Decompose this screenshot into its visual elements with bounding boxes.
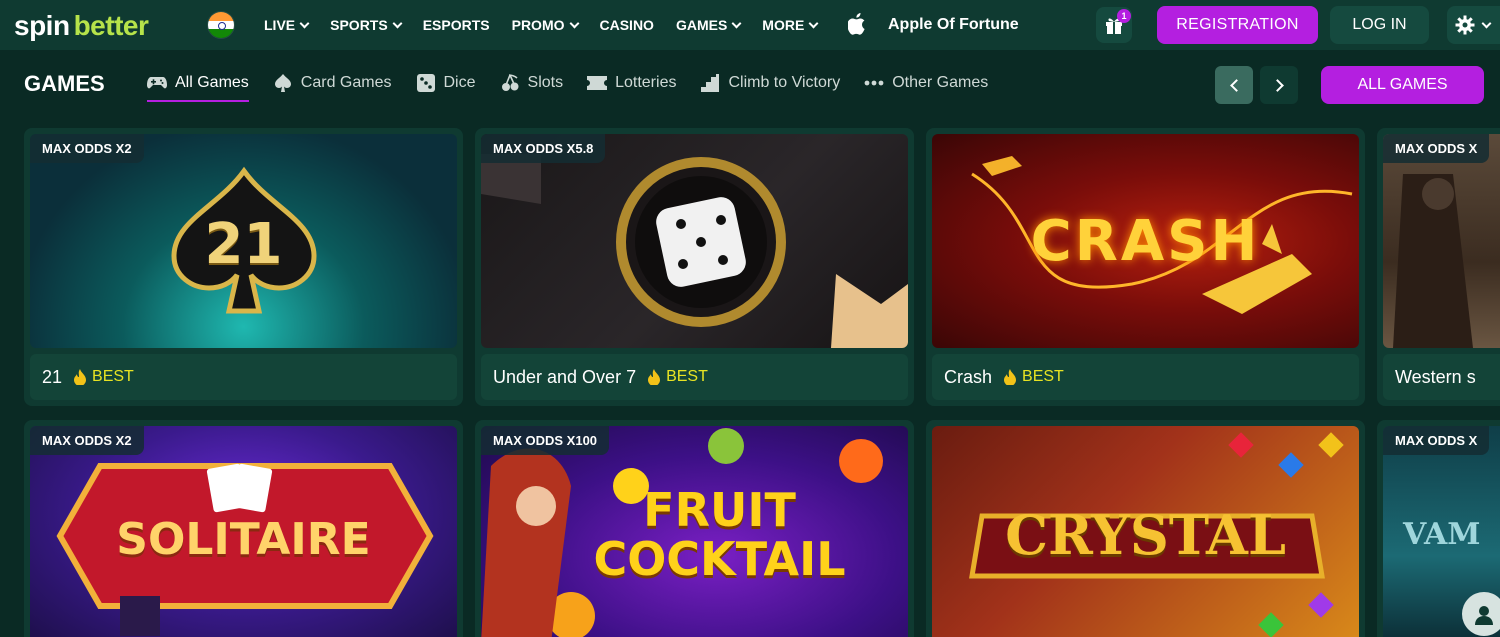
game-thumbnail[interactable]: CRASH bbox=[932, 134, 1359, 348]
game-info: 21 BEST bbox=[30, 354, 457, 400]
chevron-right-icon bbox=[1270, 78, 1284, 92]
chevron-down-icon bbox=[731, 18, 742, 28]
nav-games[interactable]: GAMES bbox=[676, 17, 742, 33]
logo-spin-text: spin bbox=[14, 10, 70, 41]
game-info: Under and Over 7 BEST bbox=[481, 354, 908, 400]
tab-lotteries[interactable]: Lotteries bbox=[587, 74, 676, 92]
login-button[interactable]: LOG IN bbox=[1330, 6, 1429, 44]
fire-icon bbox=[648, 369, 661, 385]
game-art-21: 21 bbox=[30, 134, 457, 348]
game-name: 21 bbox=[42, 366, 63, 387]
game-card-western[interactable]: MAX ODDS X Western s bbox=[1377, 128, 1500, 406]
dots-icon bbox=[864, 74, 884, 92]
max-odds-badge: MAX ODDS X bbox=[1383, 426, 1490, 455]
game-card-fruit-cocktail[interactable]: FRUIT COCKTAIL MAX ODDS X100 bbox=[475, 420, 914, 637]
game-info: Crash BEST bbox=[932, 354, 1359, 400]
stairs-icon bbox=[700, 74, 720, 92]
all-games-button[interactable]: ALL GAMES bbox=[1321, 66, 1484, 104]
logo-better-text: better bbox=[73, 10, 149, 41]
spade-icon bbox=[273, 74, 293, 92]
nav-esports[interactable]: ESPORTS bbox=[423, 17, 490, 33]
best-badge: BEST bbox=[1004, 368, 1064, 386]
game-thumbnail[interactable]: MAX ODDS X bbox=[1383, 134, 1500, 348]
tab-other-games[interactable]: Other Games bbox=[864, 74, 988, 92]
nav-more[interactable]: MORE bbox=[762, 17, 819, 33]
games-grid: 21 MAX ODDS X2 21 BEST MAX ODDS X5.8 Und… bbox=[24, 128, 1500, 637]
nav-live[interactable]: LIVE bbox=[264, 17, 310, 33]
site-logo[interactable]: spin better bbox=[14, 10, 149, 42]
game-name: Under and Over 7 bbox=[493, 366, 637, 387]
chevron-down-icon bbox=[299, 18, 310, 28]
tab-dice[interactable]: Dice bbox=[416, 74, 476, 92]
nav-sports[interactable]: SPORTS bbox=[330, 17, 403, 33]
game-info: Western s bbox=[1383, 354, 1500, 400]
max-odds-badge: MAX ODDS X100 bbox=[481, 426, 610, 455]
game-name: Western s bbox=[1395, 366, 1476, 387]
best-badge: BEST bbox=[648, 368, 708, 386]
max-odds-badge: MAX ODDS X5.8 bbox=[481, 134, 606, 163]
india-flag-icon[interactable] bbox=[207, 11, 235, 39]
carousel-next-button[interactable] bbox=[1260, 66, 1298, 104]
chevron-down-icon bbox=[1481, 18, 1492, 28]
games-title: GAMES bbox=[24, 71, 105, 96]
game-thumbnail[interactable]: SOLITAIRE MAX ODDS X2 bbox=[30, 426, 457, 637]
settings-button[interactable] bbox=[1447, 6, 1500, 44]
game-card-crystal[interactable]: CRYSTAL bbox=[926, 420, 1365, 637]
game-art-solitaire: SOLITAIRE bbox=[30, 426, 457, 637]
support-chat-button[interactable] bbox=[1462, 592, 1500, 636]
game-card-under-over-7[interactable]: MAX ODDS X5.8 Under and Over 7 BEST bbox=[475, 128, 914, 406]
game-card-crash[interactable]: CRASH Crash BEST bbox=[926, 128, 1365, 406]
max-odds-badge: MAX ODDS X2 bbox=[30, 134, 144, 163]
games-bar: GAMES All Games Card Games Dice Slots Lo… bbox=[0, 57, 1500, 112]
game-category-tabs: All Games Card Games Dice Slots Lotterie… bbox=[147, 74, 1012, 102]
fire-icon bbox=[1004, 369, 1017, 385]
registration-button[interactable]: REGISTRATION bbox=[1157, 6, 1318, 44]
featured-game-link[interactable]: Apple Of Fortune bbox=[888, 16, 1019, 34]
game-thumbnail[interactable]: CRYSTAL bbox=[932, 426, 1359, 637]
main-nav: LIVE SPORTS ESPORTS PROMO CASINO GAMES M… bbox=[264, 0, 839, 50]
ticket-icon bbox=[587, 74, 608, 92]
fire-icon bbox=[74, 369, 87, 385]
nav-casino[interactable]: CASINO bbox=[600, 17, 654, 33]
tab-card-games[interactable]: Card Games bbox=[273, 74, 392, 92]
tab-climb-to-victory[interactable]: Climb to Victory bbox=[700, 74, 840, 92]
game-thumbnail[interactable]: 21 MAX ODDS X2 bbox=[30, 134, 457, 348]
best-badge: BEST bbox=[74, 368, 134, 386]
apple-icon[interactable] bbox=[848, 13, 866, 35]
support-agent-icon bbox=[1475, 606, 1493, 625]
game-art-crash: CRASH bbox=[932, 134, 1359, 348]
nav-promo[interactable]: PROMO bbox=[512, 17, 579, 33]
game-name: Crash bbox=[944, 366, 993, 387]
chevron-down-icon bbox=[392, 18, 403, 28]
cherry-icon bbox=[500, 74, 520, 92]
gear-icon bbox=[1455, 15, 1475, 35]
game-card-solitaire[interactable]: SOLITAIRE MAX ODDS X2 bbox=[24, 420, 463, 637]
dice-icon bbox=[416, 74, 436, 92]
game-art-dice bbox=[481, 134, 908, 348]
game-art-crystal: CRYSTAL bbox=[932, 426, 1359, 637]
game-art-fruit-cocktail: FRUIT COCKTAIL bbox=[481, 426, 908, 637]
gift-count-badge: 1 bbox=[1117, 9, 1131, 23]
chevron-down-icon bbox=[808, 18, 819, 28]
max-odds-badge: MAX ODDS X bbox=[1383, 134, 1490, 163]
game-thumbnail[interactable]: MAX ODDS X5.8 bbox=[481, 134, 908, 348]
game-art-western bbox=[1383, 134, 1500, 348]
game-thumbnail[interactable]: FRUIT COCKTAIL MAX ODDS X100 bbox=[481, 426, 908, 637]
carousel-prev-button[interactable] bbox=[1215, 66, 1253, 104]
gamepad-icon bbox=[147, 74, 167, 92]
game-card-21[interactable]: 21 MAX ODDS X2 21 BEST bbox=[24, 128, 463, 406]
tab-all-games[interactable]: All Games bbox=[147, 74, 249, 102]
tab-slots[interactable]: Slots bbox=[500, 74, 563, 92]
max-odds-badge: MAX ODDS X2 bbox=[30, 426, 144, 455]
chevron-left-icon bbox=[1229, 78, 1243, 92]
chevron-down-icon bbox=[569, 18, 579, 28]
